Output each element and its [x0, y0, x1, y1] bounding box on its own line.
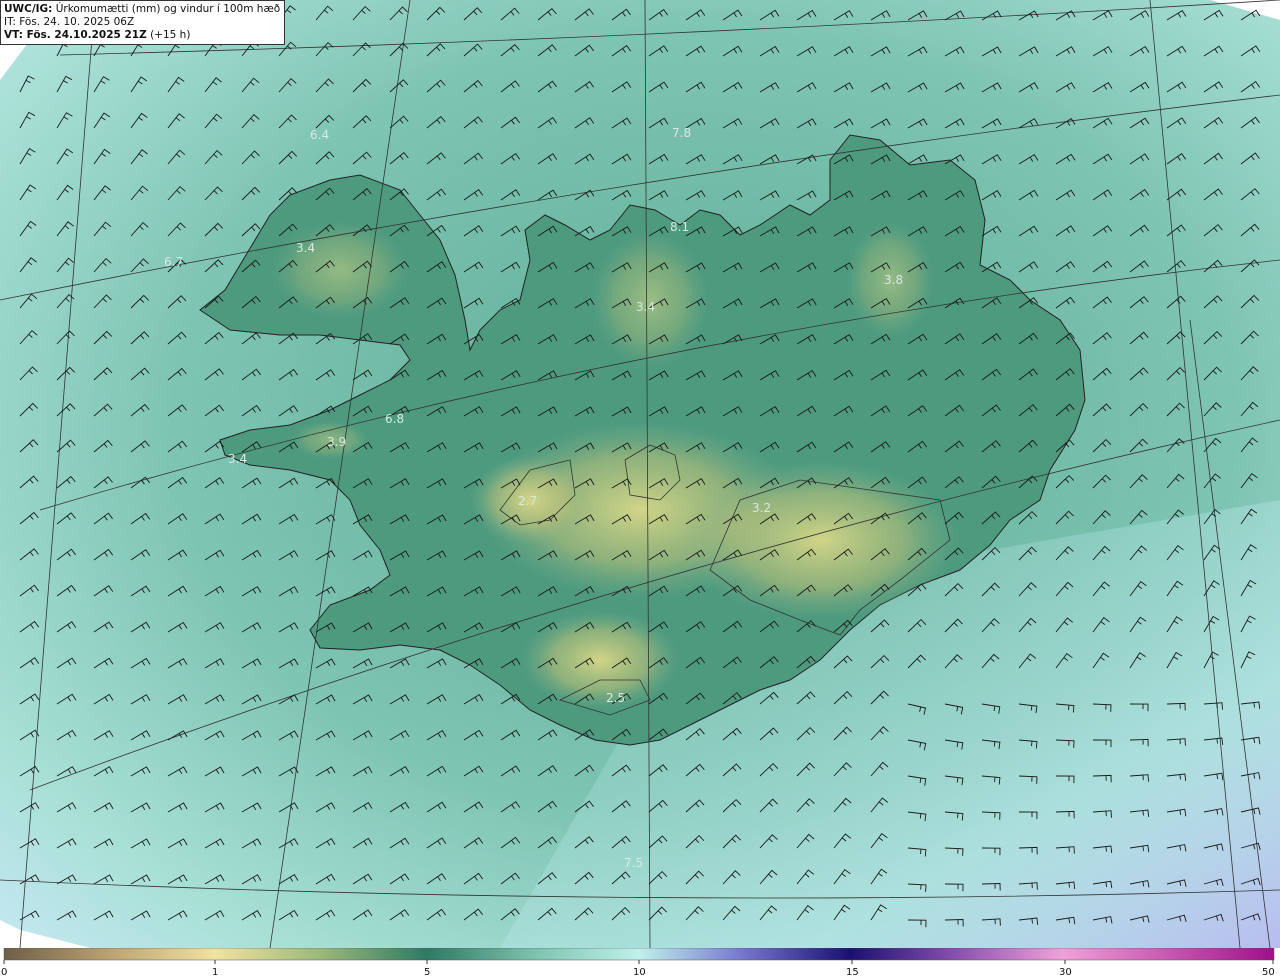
colorbar-tick: 15 [846, 967, 859, 978]
model-prefix: UWC/IG: [4, 3, 53, 15]
valid-time: VT: Fös. 24.10.2025 21Z [4, 29, 147, 41]
forecast-map[interactable]: 6.4 7.8 8.1 3.4 6.7 3.4 3.8 6.8 3.9 3.4 … [0, 0, 1280, 949]
map-label: 3.4 [228, 452, 247, 466]
colorbar-tick: 0 [1, 967, 7, 978]
colorbar-tick: 50 [1262, 967, 1275, 978]
map-label: 3.9 [327, 435, 346, 449]
map-label: 3.4 [636, 300, 655, 314]
map-label: 8.1 [670, 220, 689, 234]
map-label: 6.7 [164, 255, 183, 269]
map-label: 3.8 [884, 273, 903, 287]
map-label: 3.4 [296, 241, 315, 255]
lead-time: (+15 h) [150, 29, 191, 41]
colorbar-gradient [3, 948, 1275, 961]
map-canvas: 6.4 7.8 8.1 3.4 6.7 3.4 3.8 6.8 3.9 3.4 … [0, 0, 1280, 949]
valid-time-line: VT: Fös. 24.10.2025 21Z (+15 h) [4, 29, 280, 42]
map-info-box: UWC/IG: Úrkomumætti (mm) og vindur í 100… [0, 0, 286, 45]
map-label: 7.8 [672, 126, 691, 140]
title-line: UWC/IG: Úrkomumætti (mm) og vindur í 100… [4, 3, 280, 16]
map-label: 2.5 [606, 691, 625, 705]
map-label: 3.2 [752, 501, 771, 515]
colorbar: 0 1 5 10 15 30 50 [0, 948, 1280, 978]
colorbar-tick: 5 [424, 967, 430, 978]
colorbar-svg: 0 1 5 10 15 30 50 [1, 948, 1275, 978]
map-label: 6.4 [310, 128, 329, 142]
issue-time: IT: Fös. 24. 10. 2025 06Z [4, 16, 135, 28]
map-label: 7.5 [624, 856, 643, 870]
colorbar-tick: 30 [1059, 967, 1072, 978]
colorbar-tick: 1 [212, 967, 218, 978]
map-label: 2.7 [518, 494, 537, 508]
product-name: Úrkomumætti (mm) og vindur í 100m hæð [55, 3, 281, 15]
map-label: 6.8 [385, 412, 404, 426]
colorbar-tick: 10 [633, 967, 646, 978]
